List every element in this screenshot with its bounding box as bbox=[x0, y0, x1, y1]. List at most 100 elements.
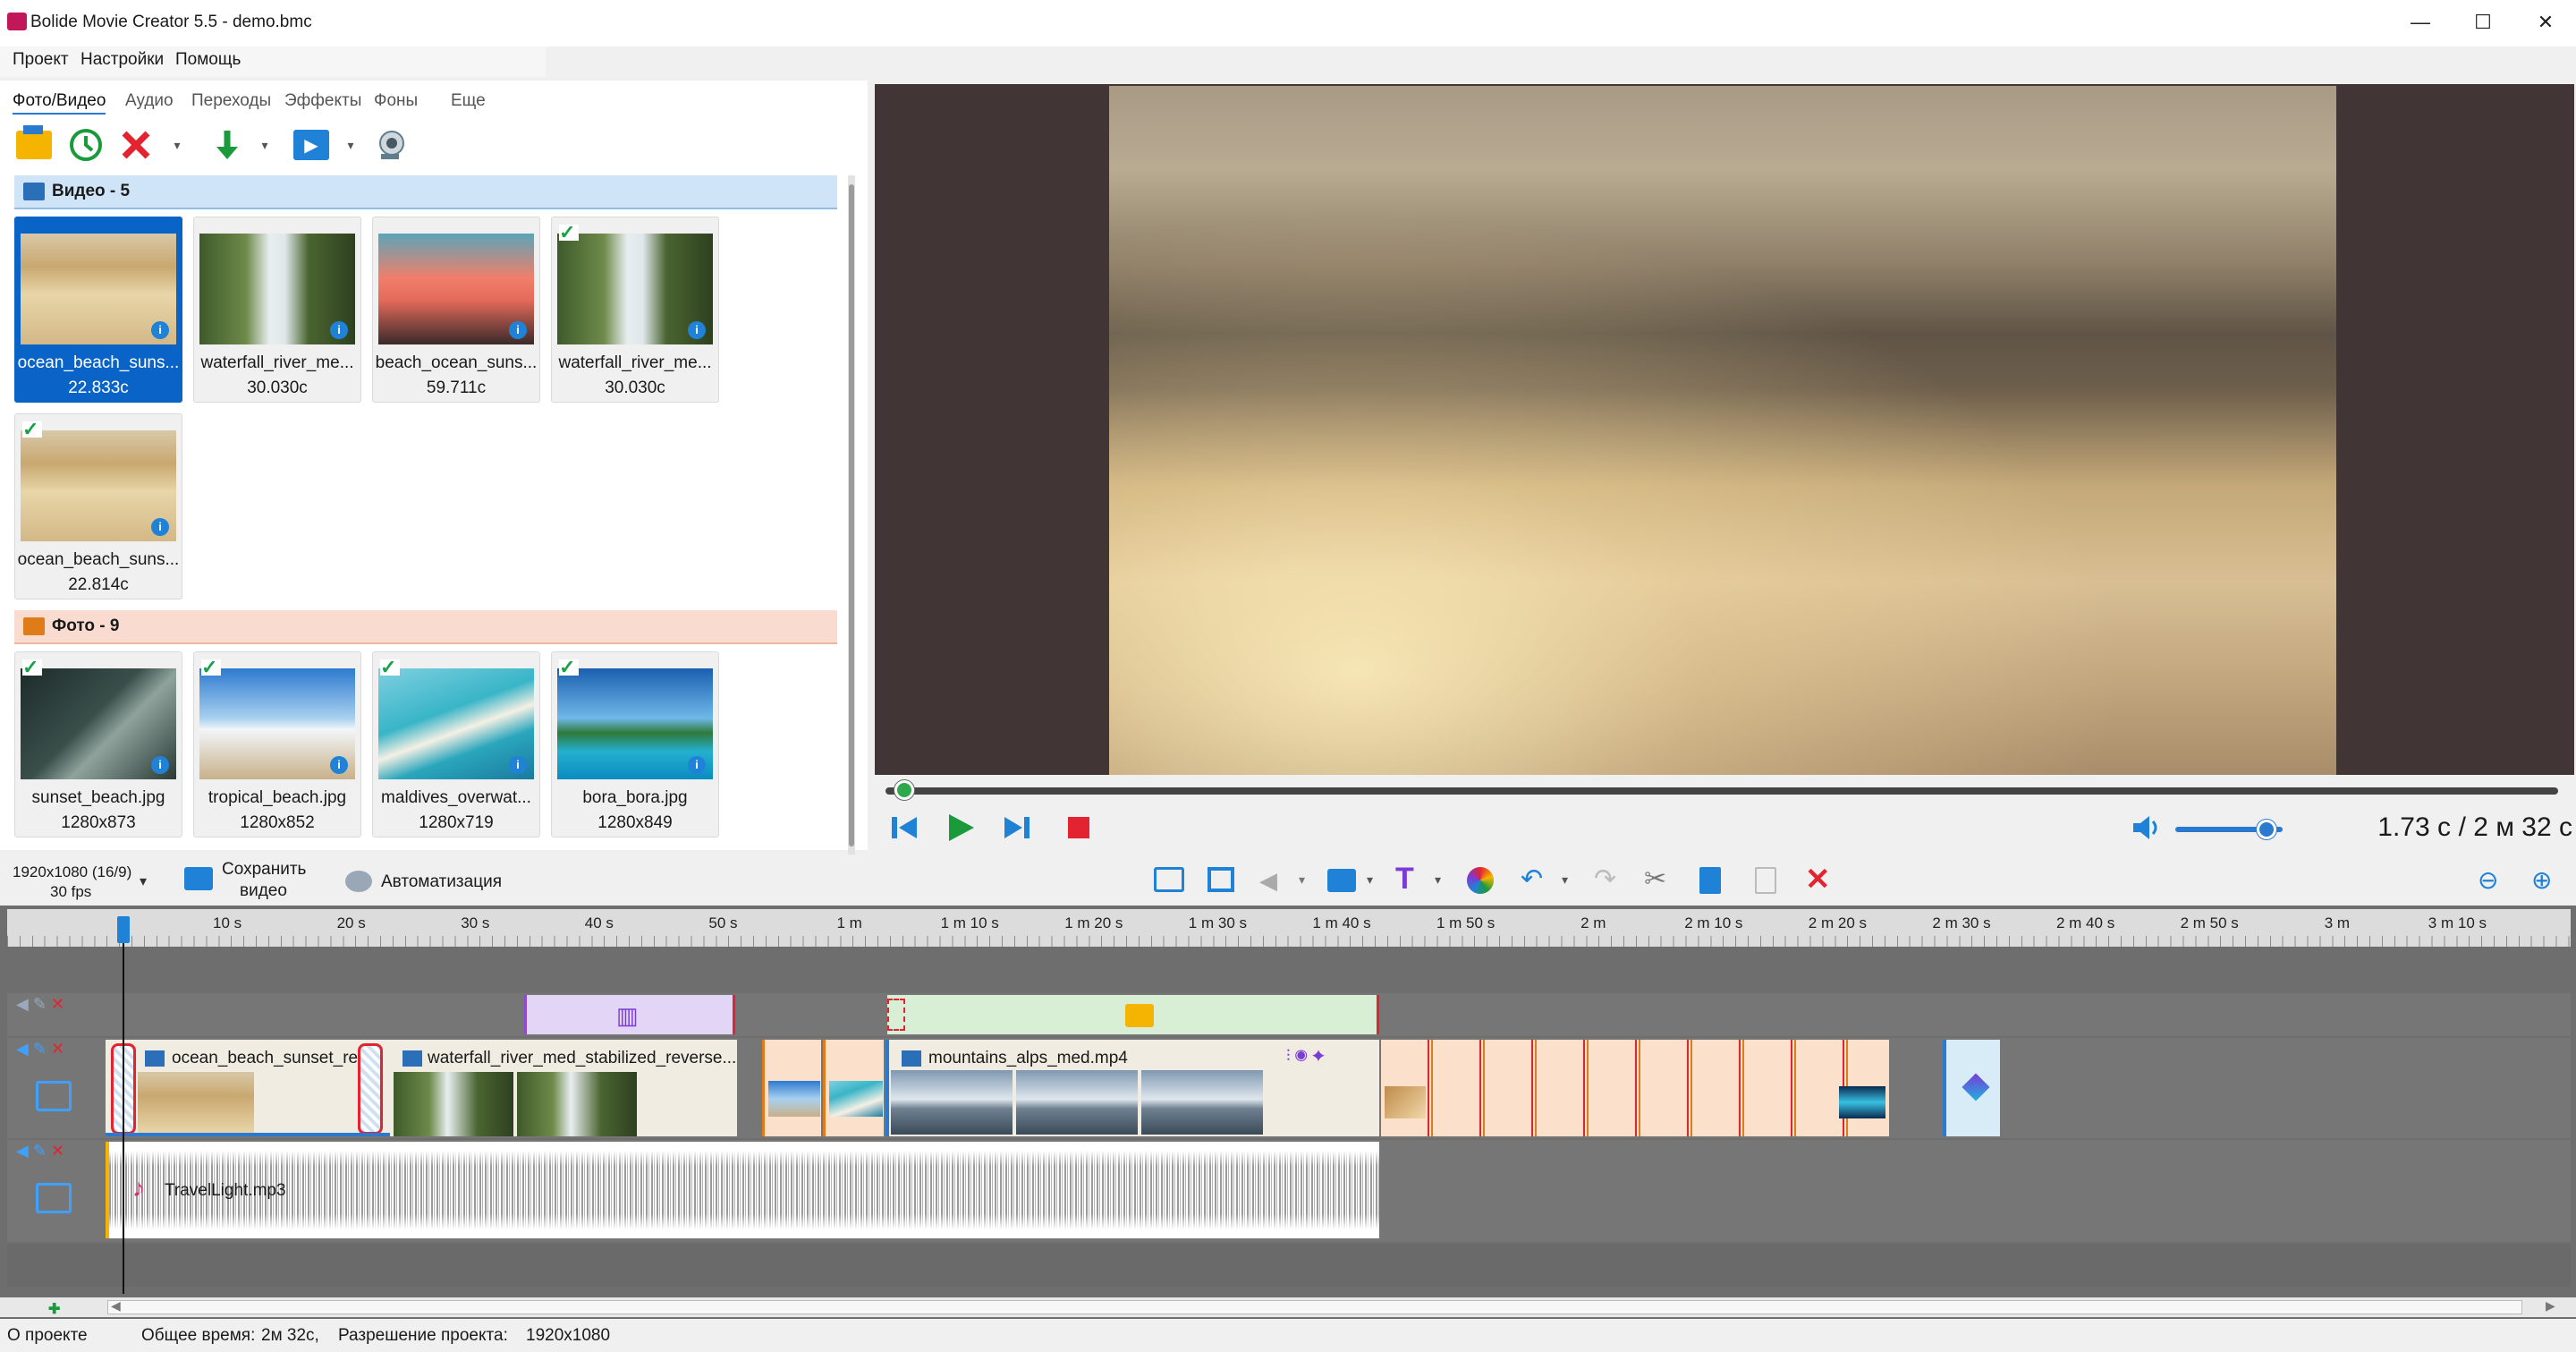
transition-marker[interactable] bbox=[887, 999, 905, 1031]
color-wheel-icon[interactable] bbox=[1467, 867, 1494, 894]
media-tile[interactable]: ✓ i maldives_overwat... 1280x719 bbox=[372, 651, 540, 838]
tab-more[interactable]: Еще bbox=[451, 91, 486, 111]
add-to-timeline-button[interactable]: ▶ bbox=[292, 125, 331, 165]
timeline-scrollbar[interactable]: ✚ ◀ ▶ bbox=[0, 1297, 2576, 1317]
undo-icon[interactable]: ↶ bbox=[1521, 863, 1543, 895]
zoom-in-icon[interactable]: ⊕ bbox=[2531, 865, 2552, 895]
media-tile[interactable]: ✓ i tropical_beach.jpg 1280x852 bbox=[193, 651, 361, 838]
about-project-link[interactable]: О проекте bbox=[7, 1326, 88, 1346]
scissors-icon[interactable]: ✂ bbox=[1644, 863, 1666, 895]
transition-marker[interactable] bbox=[358, 1043, 383, 1133]
menu-settings[interactable]: Настройки bbox=[80, 50, 164, 70]
tab-effects[interactable]: Эффекты bbox=[284, 91, 361, 111]
zoom-out-icon[interactable]: ⊖ bbox=[2478, 865, 2498, 895]
info-icon[interactable]: i bbox=[151, 756, 169, 774]
info-icon[interactable]: i bbox=[688, 321, 706, 339]
menu-project[interactable]: Проект bbox=[13, 50, 69, 70]
fps-label[interactable]: 30 fps bbox=[50, 883, 91, 901]
maximize-button[interactable]: ☐ bbox=[2465, 9, 2501, 36]
close-button[interactable]: ✕ bbox=[2528, 9, 2563, 36]
scroll-right-arrow-icon[interactable]: ▶ bbox=[2546, 1298, 2555, 1314]
scrollbar-thumb[interactable] bbox=[849, 184, 854, 846]
mute-dropdown-chevron-icon[interactable]: ▾ bbox=[1299, 872, 1305, 888]
photo-sequence[interactable] bbox=[1381, 1040, 1889, 1136]
save-video-line2[interactable]: видео bbox=[240, 881, 287, 901]
clip-video-icon[interactable] bbox=[1327, 869, 1356, 892]
automation-button[interactable]: Автоматизация bbox=[381, 872, 502, 892]
timeline-dropdown-chevron-icon[interactable]: ▾ bbox=[340, 134, 361, 156]
info-icon[interactable]: i bbox=[509, 321, 527, 339]
menu-help[interactable]: Помощь bbox=[175, 50, 241, 70]
photo-clip[interactable] bbox=[762, 1040, 821, 1136]
next-frame-button[interactable] bbox=[996, 812, 1036, 843]
monitor-icon[interactable] bbox=[1154, 867, 1184, 892]
info-icon[interactable]: i bbox=[330, 756, 348, 774]
effect-clip[interactable] bbox=[887, 995, 1379, 1034]
media-tile[interactable]: ✓ i bora_bora.jpg 1280x849 bbox=[551, 651, 719, 838]
media-tile[interactable]: ✓ i sunset_beach.jpg 1280x873 bbox=[14, 651, 182, 838]
volume-handle[interactable] bbox=[2257, 820, 2276, 839]
media-tile[interactable]: ✓ i waterfall_river_me... 30.030с bbox=[551, 217, 719, 403]
video-group-header[interactable]: Видео - 5 bbox=[14, 175, 837, 209]
lane-visibility-icon[interactable]: ◀ ✎ ✕ bbox=[16, 1142, 64, 1161]
copy-icon[interactable] bbox=[1755, 867, 1776, 894]
tab-audio[interactable]: Аудио bbox=[125, 91, 174, 111]
library-scrollbar[interactable] bbox=[848, 175, 855, 861]
lane-visibility-icon[interactable]: ◀ ✎ ✕ bbox=[16, 1040, 64, 1059]
empty-lane[interactable] bbox=[7, 1244, 2571, 1287]
video-clip[interactable]: ocean_beach_sunset_re bbox=[106, 1040, 390, 1136]
audio-clip[interactable]: ♪ TravelLight.mp3 bbox=[106, 1142, 1379, 1238]
crop-icon[interactable] bbox=[1208, 867, 1234, 892]
add-folder-button[interactable] bbox=[14, 125, 54, 165]
text-dropdown-chevron-icon[interactable]: ▾ bbox=[1435, 872, 1441, 888]
undo-dropdown-chevron-icon[interactable]: ▾ bbox=[1562, 872, 1568, 888]
tab-transitions[interactable]: Переходы bbox=[191, 91, 271, 111]
end-clip[interactable] bbox=[1943, 1040, 2000, 1136]
scroll-left-arrow-icon[interactable]: ◀ bbox=[111, 1298, 121, 1314]
lane-visibility-icon[interactable]: ◀ ✎ ✕ bbox=[16, 995, 64, 1014]
video-clip[interactable]: waterfall_river_med_stabilized_reverse..… bbox=[390, 1040, 737, 1136]
save-video-icon[interactable] bbox=[184, 867, 213, 890]
delete-clip-icon[interactable]: ✕ bbox=[1805, 862, 1831, 897]
stop-button[interactable] bbox=[1059, 812, 1098, 843]
media-tile[interactable]: i beach_ocean_suns... 59.711с bbox=[372, 217, 540, 403]
import-button[interactable] bbox=[208, 125, 247, 165]
playhead-handle[interactable] bbox=[117, 916, 130, 943]
play-button[interactable] bbox=[941, 812, 980, 843]
paste-icon[interactable] bbox=[1699, 867, 1721, 894]
media-tile[interactable]: i ocean_beach_suns... 22.833с bbox=[14, 217, 182, 403]
add-track-icon[interactable]: ✚ bbox=[48, 1300, 60, 1318]
info-icon[interactable]: i bbox=[509, 756, 527, 774]
tab-backgrounds[interactable]: Фоны bbox=[374, 91, 418, 111]
text-icon[interactable]: T bbox=[1395, 862, 1414, 897]
mute-clip-icon[interactable]: ◀ bbox=[1259, 867, 1277, 895]
automation-icon[interactable] bbox=[345, 871, 372, 892]
previous-frame-button[interactable] bbox=[886, 812, 925, 843]
video-track-icon[interactable] bbox=[36, 1183, 72, 1213]
info-icon[interactable]: i bbox=[151, 321, 169, 339]
delete-media-button[interactable] bbox=[116, 125, 156, 165]
minimize-button[interactable]: — bbox=[2402, 9, 2438, 36]
recent-button[interactable] bbox=[66, 125, 106, 165]
redo-icon[interactable]: ↷ bbox=[1594, 863, 1616, 895]
info-icon[interactable]: i bbox=[330, 321, 348, 339]
video-track-icon[interactable] bbox=[36, 1081, 72, 1111]
resolution-dropdown-chevron-icon[interactable]: ▾ bbox=[140, 872, 147, 890]
media-tile[interactable]: i waterfall_river_me... 30.030с bbox=[193, 217, 361, 403]
seek-handle[interactable] bbox=[894, 780, 914, 800]
save-video-line1[interactable]: Сохранить bbox=[222, 860, 306, 880]
clip-dropdown-chevron-icon[interactable]: ▾ bbox=[1367, 872, 1373, 888]
import-dropdown-chevron-icon[interactable]: ▾ bbox=[254, 134, 275, 156]
delete-dropdown-chevron-icon[interactable]: ▾ bbox=[166, 134, 188, 156]
mute-button[interactable] bbox=[2127, 812, 2166, 843]
photo-group-header[interactable]: Фото - 9 bbox=[14, 610, 837, 644]
tab-photo-video[interactable]: Фото/Видео bbox=[13, 91, 106, 115]
photo-clip[interactable] bbox=[823, 1040, 884, 1136]
seek-bar[interactable] bbox=[886, 787, 2558, 795]
resolution-label[interactable]: 1920x1080 (16/9) bbox=[13, 863, 131, 881]
media-tile[interactable]: ✓ i ocean_beach_suns... 22.814с bbox=[14, 413, 182, 599]
info-icon[interactable]: i bbox=[151, 518, 169, 536]
video-clip[interactable]: mountains_alps_med.mp4 ⫶ ◉ ✦ bbox=[886, 1040, 1379, 1136]
info-icon[interactable]: i bbox=[688, 756, 706, 774]
scrollbar-thumb[interactable] bbox=[107, 1300, 2522, 1314]
